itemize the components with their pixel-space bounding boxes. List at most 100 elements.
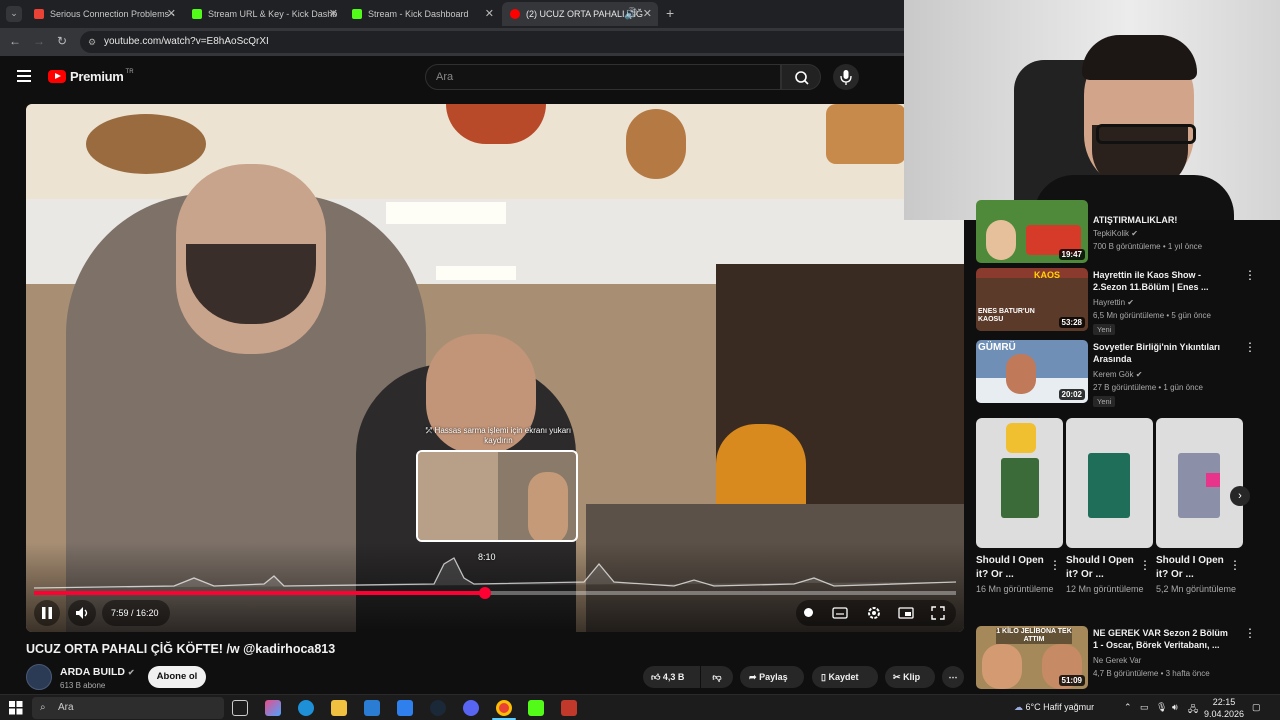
search-button[interactable] (781, 64, 821, 90)
recommendation-title: ATIŞTIRMALIKLAR! (1093, 215, 1178, 225)
recommendation-thumbnail[interactable]: 19:47 (976, 200, 1088, 263)
task-view-icon[interactable] (232, 700, 248, 716)
search-input[interactable]: Ara (425, 64, 781, 90)
recommendation-thumbnail[interactable]: KAOS ENES BATUR'UN KAOSU 53:28 (976, 268, 1088, 331)
volume-button[interactable] (68, 600, 96, 626)
recommendation-thumbnail[interactable]: 1 KİLO JELİBONA TEK ATTIM 51:09 (976, 626, 1088, 689)
more-options-icon[interactable]: ⋮ (1049, 558, 1061, 572)
subscribe-button[interactable]: Abone ol (148, 666, 206, 688)
thumbnail-person (986, 220, 1016, 260)
obs-icon[interactable] (561, 700, 577, 716)
miniplayer-icon[interactable] (898, 606, 914, 620)
verified-icon: ✔ (1127, 298, 1134, 307)
card-pack (1088, 453, 1130, 518)
tab-list-button[interactable]: ⌄ (6, 6, 22, 22)
clock[interactable]: 22:15 9.04.2026 (1204, 696, 1244, 720)
kick-app-icon[interactable] (528, 700, 544, 716)
store-icon[interactable] (397, 700, 413, 716)
short-item[interactable]: Should I Open it? Or ... 12 Mn görüntüle… (1066, 418, 1153, 594)
close-icon[interactable]: ✕ (485, 7, 494, 20)
short-thumbnail[interactable] (1066, 418, 1153, 548)
new-tab-button[interactable]: + (666, 5, 674, 21)
youtube-header: Premium TR Ara (0, 56, 904, 100)
microphone-icon[interactable]: 🎙︎ (1156, 702, 1167, 713)
more-options-icon[interactable]: ⋮ (1229, 558, 1241, 572)
cloud-rain-icon: ☁ (1014, 702, 1023, 712)
short-item[interactable]: Should I Open it? Or ... 5,2 Mn görüntül… (1156, 418, 1243, 594)
notification-icon[interactable]: ▢ (1252, 702, 1261, 713)
voice-search-button[interactable] (833, 64, 859, 90)
close-icon[interactable]: ✕ (329, 7, 338, 20)
tab-kick-key[interactable]: Stream URL & Key - Kick Dashb ✕ (184, 2, 344, 26)
save-button[interactable]: ▯ Kaydet (812, 666, 878, 688)
more-options-icon[interactable]: ⋮ (1139, 558, 1151, 572)
network-icon[interactable]: 🖧 (1188, 702, 1198, 718)
menu-icon[interactable] (17, 70, 31, 82)
video-player[interactable]: ⤱ Hassas sarma işlemi için ekranı yukarı… (26, 104, 964, 632)
edge-icon[interactable] (298, 700, 314, 716)
more-options-icon[interactable]: ⋮ (1244, 626, 1256, 640)
close-icon[interactable]: ✕ (643, 7, 652, 20)
youtube-icon (510, 9, 520, 19)
recommendation-item[interactable]: 1 KİLO JELİBONA TEK ATTIM 51:09 NE GEREK… (976, 626, 1266, 689)
share-button[interactable]: ➦ Paylaş (740, 666, 804, 688)
pause-button[interactable] (34, 600, 60, 626)
card-pack (1001, 458, 1039, 518)
like-button[interactable]: 👍︎ 4,3 B (643, 666, 700, 688)
recommendation-item[interactable]: 19:47 ATIŞTIRMALIKLAR! TepkiKolik ✔ 700 … (976, 200, 1266, 264)
recommendation-item[interactable]: GÜMRÜ 20:02 Sovyetler Birliği'nin Yıkınt… (976, 340, 1266, 408)
short-title: Should I Open it? Or ... (1156, 555, 1224, 580)
webcam-overlay (904, 0, 1280, 220)
windows-start-icon[interactable] (9, 701, 23, 715)
steam-icon[interactable] (430, 700, 446, 716)
recommendation-item[interactable]: KAOS ENES BATUR'UN KAOSU 53:28 Hayrettin… (976, 268, 1266, 336)
preview-scene (418, 452, 498, 540)
forward-icon[interactable]: → (33, 34, 45, 48)
clip-label: Klip (903, 672, 921, 682)
short-item[interactable]: Should I Open it? Or ... 16 Mn görüntüle… (976, 418, 1063, 594)
clip-button[interactable]: ✂ Klip (885, 666, 935, 688)
volume-icon[interactable]: 🔊︎ (1172, 702, 1178, 713)
reload-icon[interactable]: ↻ (57, 34, 67, 48)
youtube-logo[interactable]: Premium TR (48, 69, 134, 84)
file-explorer-icon[interactable] (331, 700, 347, 716)
back-icon[interactable]: ← (9, 34, 21, 48)
new-badge: Yeni (1093, 396, 1116, 407)
taskbar-search-input[interactable]: ⌕ Ara (32, 697, 224, 719)
short-title: Should I Open it? Or ... (1066, 555, 1134, 580)
channel-avatar[interactable] (26, 664, 52, 690)
settings-gear-icon[interactable] (866, 605, 882, 621)
close-icon[interactable]: ✕ (167, 7, 176, 20)
tab-gmail[interactable]: Serious Connection Problems - ✕ (26, 2, 182, 26)
kick-icon (352, 9, 362, 19)
short-thumbnail[interactable] (976, 418, 1063, 548)
progress-bar[interactable] (34, 587, 956, 599)
site-info-icon[interactable]: ⚙ (88, 31, 96, 53)
autoplay-toggle-icon[interactable] (804, 608, 813, 617)
copilot-icon[interactable] (265, 700, 281, 716)
subtitles-icon[interactable] (832, 606, 848, 620)
scrubber-handle[interactable] (478, 587, 491, 599)
channel-name[interactable]: ARDA BUILD ✔ (60, 666, 135, 678)
more-actions-button[interactable]: ⋯ (942, 666, 964, 688)
youtube-play-icon (48, 70, 66, 83)
glasses (1096, 124, 1196, 144)
dislike-button[interactable]: 👎︎ (701, 666, 733, 688)
weather-widget[interactable]: ☁ 6°C Hafif yağmur (1014, 702, 1094, 713)
recommendation-meta: 700 B görüntüleme • 1 yıl önce (1093, 242, 1203, 251)
verified-icon: ✔ (1135, 370, 1143, 379)
shorts-next-button[interactable]: › (1230, 486, 1250, 506)
chrome-icon[interactable] (496, 700, 512, 716)
tray-app-icon[interactable]: ▭ (1140, 702, 1149, 713)
tab-kick-dashboard[interactable]: Stream - Kick Dashboard ✕ (344, 2, 500, 26)
more-options-icon[interactable]: ⋮ (1244, 268, 1256, 282)
more-options-icon[interactable]: ⋮ (1244, 340, 1256, 354)
short-thumbnail[interactable] (1156, 418, 1243, 548)
tab-youtube[interactable]: (2) UCUZ ORTA PAHALI ÇİĞ 🔊 ✕ (502, 2, 658, 26)
fullscreen-icon[interactable] (930, 605, 946, 621)
outlook-icon[interactable] (364, 700, 380, 716)
recommendation-thumbnail[interactable]: GÜMRÜ 20:02 (976, 340, 1088, 403)
tray-chevron-icon[interactable]: ⌃ (1124, 702, 1132, 713)
speaker-icon[interactable]: 🔊 (624, 7, 638, 20)
discord-icon[interactable] (463, 700, 479, 716)
